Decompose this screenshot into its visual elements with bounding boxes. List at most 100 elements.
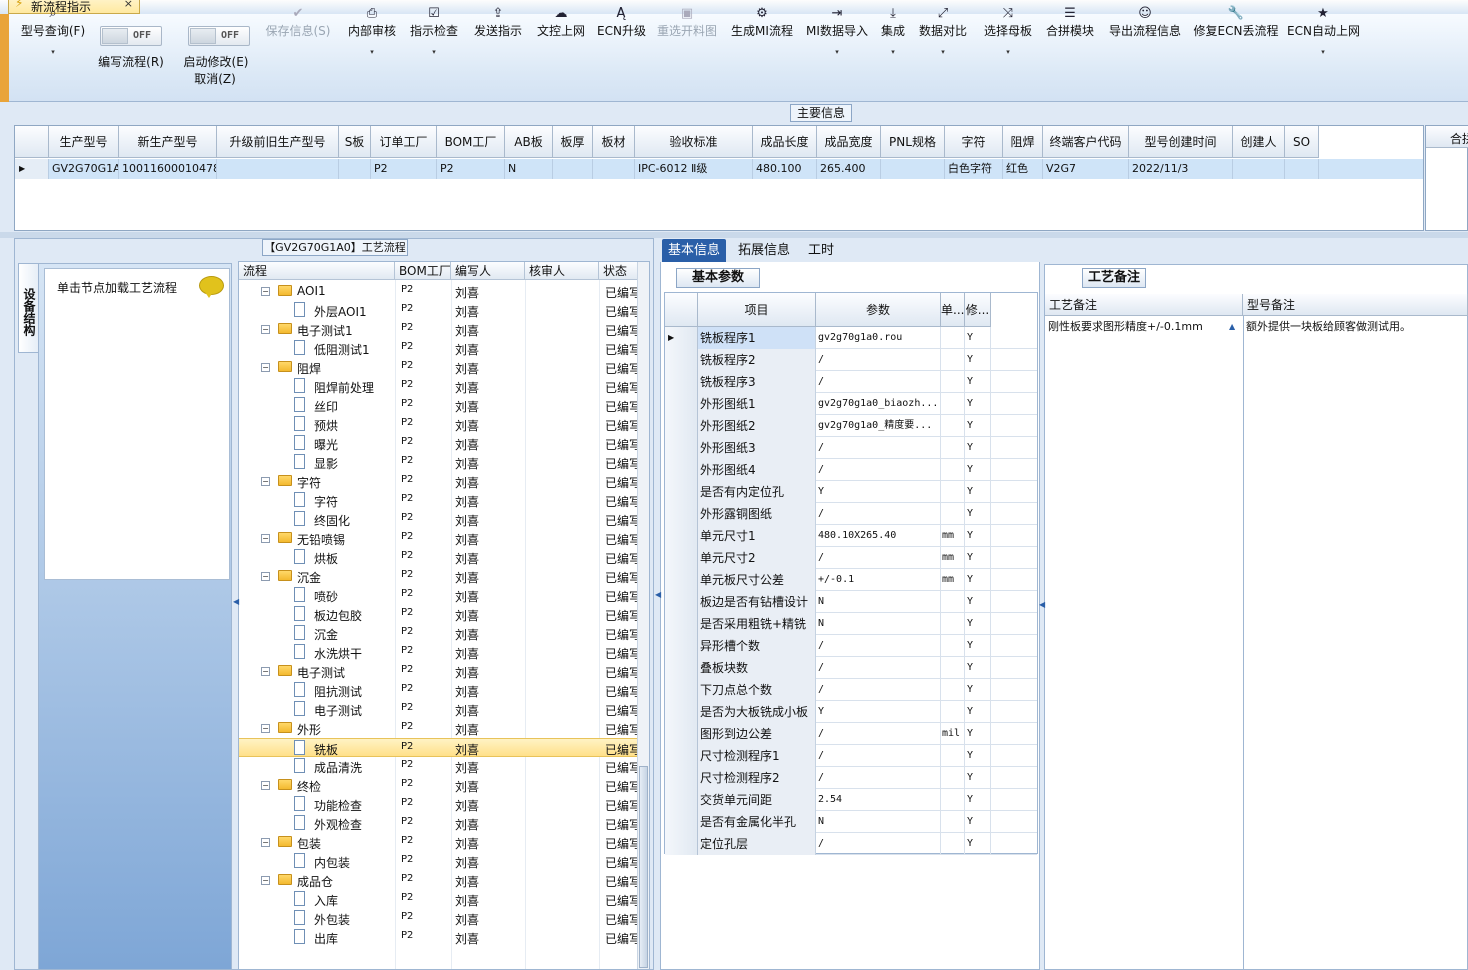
param-value[interactable]: / [816, 349, 941, 371]
param-unit[interactable]: mm [941, 547, 965, 569]
param-editable[interactable]: Y [965, 393, 991, 415]
tree-node[interactable]: 功能检查 P2 刘喜 已编写 [239, 795, 641, 814]
param-unit[interactable] [941, 679, 965, 701]
grid-header[interactable]: PNL规格 [881, 126, 945, 158]
grid-header[interactable]: 升级前旧生产型号 [217, 126, 339, 158]
grid-cell[interactable]: N [505, 159, 553, 179]
table-row[interactable]: 是否有金属化半孔 N Y [665, 811, 1037, 833]
tree-node[interactable]: 水洗烘干 P2 刘喜 已编写 [239, 643, 641, 662]
table-row[interactable]: 尺寸检测程序2/ Y [665, 767, 1037, 789]
param-editable[interactable]: Y [965, 547, 991, 569]
table-row[interactable]: 尺寸检测程序1/ Y [665, 745, 1037, 767]
tree-node[interactable]: − 无铅喷锡 P2 刘喜 已编写 [239, 529, 641, 548]
grid-header[interactable]: 阻焊 [1003, 126, 1043, 158]
param-editable[interactable]: Y [965, 569, 991, 591]
grid-header[interactable]: 终端客户代码 [1043, 126, 1129, 158]
grid-header[interactable]: S板 [339, 126, 371, 158]
param-value[interactable]: / [816, 679, 941, 701]
param-value[interactable]: / [816, 371, 941, 393]
param-unit[interactable] [941, 481, 965, 503]
param-value[interactable]: gv2g70g1a0_精度要... [816, 415, 941, 437]
param-editable[interactable]: Y [965, 635, 991, 657]
collapse-icon[interactable]: − [261, 781, 270, 790]
param-editable[interactable]: Y [965, 679, 991, 701]
collapse-left-icon[interactable]: ◀ [233, 597, 239, 606]
table-row[interactable]: 是否为大板铣成小板 Y Y [665, 701, 1037, 723]
collapse-icon[interactable]: − [261, 838, 270, 847]
table-row[interactable]: 单元板尺寸公差 +/-0.1 mm Y [665, 569, 1037, 591]
tree-column-header[interactable]: 状态 [599, 262, 639, 280]
toolbar-button-15[interactable]: 🔧 修复ECN丢流程 [1193, 6, 1279, 48]
table-row[interactable]: ▶ 铣板程序1 gv2g70g1a0.rou Y [665, 327, 1037, 349]
tree-node[interactable]: 喷砂 P2 刘喜 已编写 [239, 586, 641, 605]
grid-cell[interactable] [1233, 159, 1285, 179]
param-unit[interactable] [941, 701, 965, 723]
toolbar-button-0[interactable]: ⌕ 型号查询(F) ▾ [18, 6, 88, 56]
grid-cell[interactable]: 480.100 [753, 159, 817, 179]
grid-header[interactable]: 板材 [593, 126, 635, 158]
param-editable[interactable]: Y [965, 811, 991, 833]
params-header[interactable]: 修... [965, 293, 991, 327]
table-row[interactable]: 下刀点总个数 / Y [665, 679, 1037, 701]
tree-node[interactable]: 烘板 P2 刘喜 已编写 [239, 548, 641, 567]
grid-header[interactable]: BOM工厂 [437, 126, 505, 158]
param-editable[interactable]: Y [965, 767, 991, 789]
close-icon[interactable]: × [124, 0, 133, 10]
toolbar-button-14[interactable]: ☺ 导出流程信息 [1106, 6, 1184, 48]
table-row[interactable]: 交货单元间距 2.54 Y [665, 789, 1037, 811]
edit-flow-toggle[interactable]: OFF [100, 26, 162, 46]
param-unit[interactable] [941, 745, 965, 767]
toolbar-button-1[interactable]: ✔ 保存信息(S) [262, 6, 334, 48]
toolbar-button-16[interactable]: ★ ECN自动上网 ▾ [1287, 6, 1360, 56]
param-value[interactable]: N [816, 613, 941, 635]
collapse-icon[interactable]: − [261, 876, 270, 885]
collapse-icon[interactable]: − [261, 287, 270, 296]
collapse-icon[interactable]: − [261, 572, 270, 581]
param-editable[interactable]: Y [965, 415, 991, 437]
toolbar-button-8[interactable]: ⚙ 生成MI流程 [726, 6, 798, 48]
toolbar-button-4[interactable]: ⇪ 发送指示 [470, 6, 526, 48]
param-editable[interactable]: Y [965, 613, 991, 635]
modify-label[interactable]: 启动修改(E) [181, 53, 251, 70]
param-editable[interactable]: Y [965, 371, 991, 393]
param-unit[interactable] [941, 635, 965, 657]
tree-node[interactable]: − 成品仓 P2 刘喜 已编写 [239, 871, 641, 890]
param-editable[interactable]: Y [965, 723, 991, 745]
param-value[interactable]: / [816, 459, 941, 481]
table-row[interactable]: 铣板程序2/ Y [665, 349, 1037, 371]
tree-node[interactable]: 出库 P2 刘喜 已编写 [239, 928, 641, 947]
tree-node[interactable]: − 沉金 P2 刘喜 已编写 [239, 567, 641, 586]
tree-node[interactable]: 丝印 P2 刘喜 已编写 [239, 396, 641, 415]
grid-cell[interactable]: P2 [437, 159, 505, 179]
param-editable[interactable]: Y [965, 349, 991, 371]
tree-node[interactable]: − 电子测试 P2 刘喜 已编写 [239, 662, 641, 681]
tree-node[interactable]: 阻抗测试 P2 刘喜 已编写 [239, 681, 641, 700]
process-remark-value[interactable]: 刚性板要求图形精度+/-0.1mm [1048, 318, 1203, 334]
params-header[interactable]: 项目 [698, 293, 816, 327]
param-unit[interactable] [941, 415, 965, 437]
toolbar-button-2[interactable]: ⎙ 内部审核 ▾ [346, 6, 398, 56]
tree-node[interactable]: 板边包胶 P2 刘喜 已编写 [239, 605, 641, 624]
grid-cell[interactable] [217, 159, 339, 179]
collapse-icon[interactable]: − [261, 325, 270, 334]
toolbar-button-6[interactable]: Ą ECN升级 [597, 6, 646, 48]
collapse-right-icon[interactable]: ◀ [1039, 600, 1045, 609]
info-tab[interactable]: 工时 [802, 239, 840, 262]
param-unit[interactable] [941, 437, 965, 459]
param-value[interactable]: / [816, 547, 941, 569]
tree-node[interactable]: − 电子测试1 P2 刘喜 已编写 [239, 320, 641, 339]
grid-header[interactable]: AB板 [505, 126, 553, 158]
params-header[interactable]: 单... [941, 293, 965, 327]
grid-cell[interactable]: 白色字符 [945, 159, 1003, 179]
param-value[interactable]: +/-0.1 [816, 569, 941, 591]
grid-header[interactable]: 成品宽度 [817, 126, 881, 158]
grid-header[interactable]: 生产型号 [49, 126, 119, 158]
tree-node[interactable]: 沉金 P2 刘喜 已编写 [239, 624, 641, 643]
collapse-icon[interactable]: − [261, 724, 270, 733]
cancel-label[interactable]: 取消(Z) [193, 70, 237, 87]
params-header[interactable]: 参数 [816, 293, 941, 327]
param-editable[interactable]: Y [965, 481, 991, 503]
table-row[interactable]: 单元尺寸2/mm Y [665, 547, 1037, 569]
toolbar-button-5[interactable]: ☁ 文控上网 [533, 6, 589, 48]
collapse-icon[interactable]: − [261, 477, 270, 486]
